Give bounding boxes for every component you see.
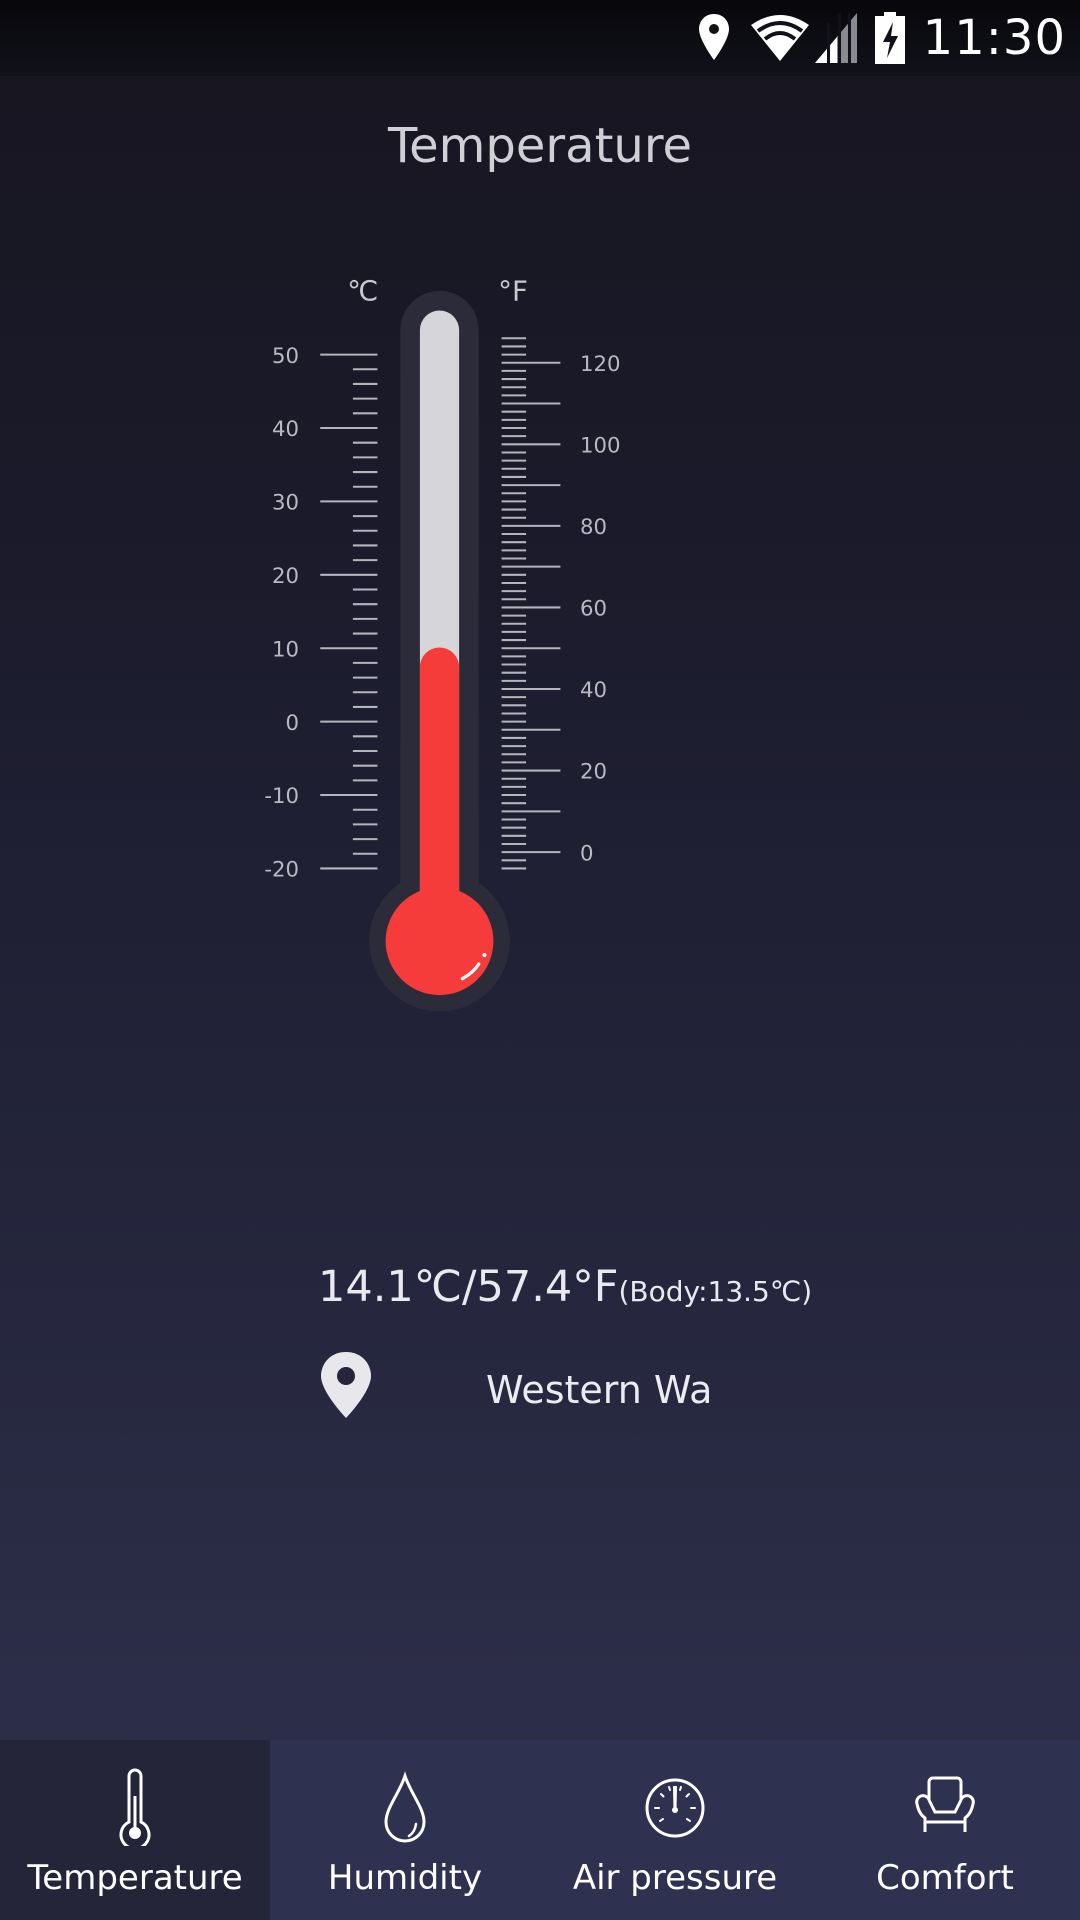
tab-comfort[interactable]: Comfort bbox=[810, 1740, 1080, 1920]
celsius-tick-label: -20 bbox=[264, 858, 299, 883]
location-pin-icon bbox=[321, 1352, 371, 1418]
fahrenheit-tick-label: 0 bbox=[580, 841, 594, 866]
fahrenheit-tick-label: 100 bbox=[580, 433, 621, 458]
fahrenheit-tick-label: 20 bbox=[580, 760, 607, 785]
armchair-icon bbox=[915, 1776, 975, 1832]
celsius-scale: 50 40 30 20 10 0 -10 -20 bbox=[264, 344, 378, 883]
fahrenheit-unit-label: °F bbox=[498, 275, 528, 308]
temperature-readout: 14.1℃/57.4°F(Body:13.5℃) bbox=[318, 1262, 812, 1312]
fahrenheit-tick-label: 80 bbox=[580, 515, 607, 540]
tab-label: Temperature bbox=[27, 1858, 243, 1898]
location-row[interactable]: Western Wa bbox=[318, 1350, 798, 1430]
bottom-navigation: Temperature Humidity Air pressure Comfor… bbox=[0, 1740, 1080, 1920]
tab-label: Humidity bbox=[327, 1858, 483, 1898]
fahrenheit-tick-label: 60 bbox=[580, 597, 607, 622]
water-drop-icon bbox=[384, 1771, 426, 1843]
tab-humidity[interactable]: Humidity bbox=[270, 1740, 540, 1920]
celsius-tick-label: 40 bbox=[272, 417, 299, 442]
celsius-tick-label: 50 bbox=[272, 344, 299, 369]
body-temperature: (Body:13.5℃) bbox=[618, 1275, 813, 1308]
tab-label: Air pressure bbox=[572, 1858, 778, 1898]
celsius-tick-label: 20 bbox=[272, 564, 299, 589]
gauge-icon bbox=[645, 1778, 705, 1838]
tab-label: Comfort bbox=[876, 1858, 1014, 1898]
fahrenheit-tick-label: 40 bbox=[580, 678, 607, 703]
celsius-tick-label: 30 bbox=[272, 491, 299, 516]
fahrenheit-tick-label: 120 bbox=[580, 352, 621, 377]
tab-temperature[interactable]: Temperature bbox=[0, 1740, 270, 1920]
celsius-tick-label: 10 bbox=[272, 637, 299, 662]
celsius-unit-label: ℃ bbox=[347, 275, 378, 308]
thermometer-icon bbox=[119, 1768, 151, 1846]
thermometer: 50403020100-10-20 120100806040200 ℃ °F bbox=[264, 275, 621, 1012]
fahrenheit-scale: 120 100 80 60 40 20 0 bbox=[501, 337, 621, 870]
celsius-tick-label: 0 bbox=[285, 711, 299, 736]
current-temperature: 14.1℃/57.4°F bbox=[318, 1262, 619, 1312]
tab-air-pressure[interactable]: Air pressure bbox=[540, 1740, 810, 1920]
celsius-tick-label: -10 bbox=[264, 784, 299, 809]
location-name: Western Wa bbox=[486, 1368, 713, 1412]
mercury-bulb bbox=[385, 887, 494, 996]
bulb-highlight-dot bbox=[482, 953, 487, 958]
